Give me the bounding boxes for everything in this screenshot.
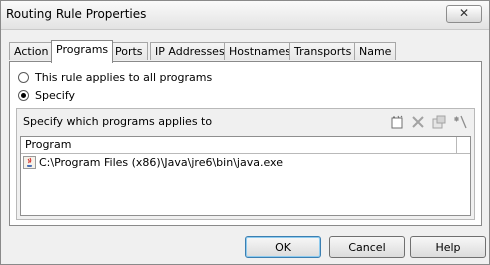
tab-hostnames[interactable]: Hostnames (224, 42, 296, 60)
tab-label: IP Addresses (155, 45, 225, 58)
close-button[interactable]: ✕ (446, 5, 482, 23)
add-program-button[interactable] (387, 112, 407, 132)
window-title: Routing Rule Properties (6, 7, 147, 21)
program-path: C:\Program Files (x86)\Java\jre6\bin\jav… (39, 156, 283, 169)
specify-label: Specify (35, 89, 76, 102)
all-programs-label: This rule applies to all programs (35, 71, 213, 84)
all-programs-option[interactable]: This rule applies to all programs (18, 71, 212, 84)
delete-program-button[interactable] (408, 112, 428, 132)
delete-icon (412, 116, 424, 128)
tab-name[interactable]: Name (354, 42, 397, 60)
cancel-button-label: Cancel (348, 240, 386, 254)
tab-programs[interactable]: Programs (51, 40, 114, 63)
tab-action[interactable]: Action (9, 42, 54, 60)
wildcard-button[interactable] (450, 112, 470, 132)
specify-radio[interactable] (18, 90, 29, 101)
java-icon (23, 156, 36, 169)
wildcard-icon (454, 115, 467, 129)
programs-list[interactable]: Program C:\Program Files (x86)\Java\jre6… (20, 136, 471, 216)
specify-option[interactable]: Specify (18, 89, 75, 102)
all-programs-radio[interactable] (18, 72, 29, 83)
tab-transports[interactable]: Transports (289, 42, 357, 60)
list-toolbar (387, 112, 470, 132)
help-button-label: Help (435, 240, 461, 254)
group-caption: Specify which programs applies to (23, 115, 213, 128)
tab-ip-addresses[interactable]: IP Addresses (150, 42, 230, 60)
list-item[interactable]: C:\Program Files (x86)\Java\jre6\bin\jav… (23, 156, 283, 169)
ok-button[interactable]: OK (245, 236, 321, 258)
title-bar[interactable]: Routing Rule Properties ✕ (1, 1, 489, 30)
tab-label: Name (359, 45, 392, 58)
column-header-label: Program (25, 138, 72, 151)
tab-label: Hostnames (229, 45, 291, 58)
list-header: Program (21, 137, 470, 154)
ok-button-label: OK (275, 240, 291, 254)
help-button[interactable]: Help (410, 236, 486, 258)
tab-ports[interactable]: Ports (110, 42, 148, 60)
tab-label: Programs (56, 43, 109, 56)
tab-label: Transports (294, 45, 352, 58)
routing-rule-properties-dialog: Routing Rule Properties ✕ Action Program… (0, 0, 490, 265)
close-icon: ✕ (458, 6, 470, 20)
cancel-button[interactable]: Cancel (329, 236, 405, 258)
new-item-icon (391, 115, 403, 129)
column-header-program[interactable]: Program (21, 137, 457, 153)
program-properties-button[interactable] (429, 112, 449, 132)
program-list-group: Specify which programs applies to Progra… (16, 108, 475, 220)
tab-strip: Action Programs Ports IP Addresses Hostn… (9, 40, 484, 63)
programs-tab-panel: This rule applies to all programs Specif… (9, 61, 482, 226)
tab-label: Ports (115, 45, 143, 58)
tab-label: Action (14, 45, 49, 58)
properties-icon (432, 115, 446, 129)
